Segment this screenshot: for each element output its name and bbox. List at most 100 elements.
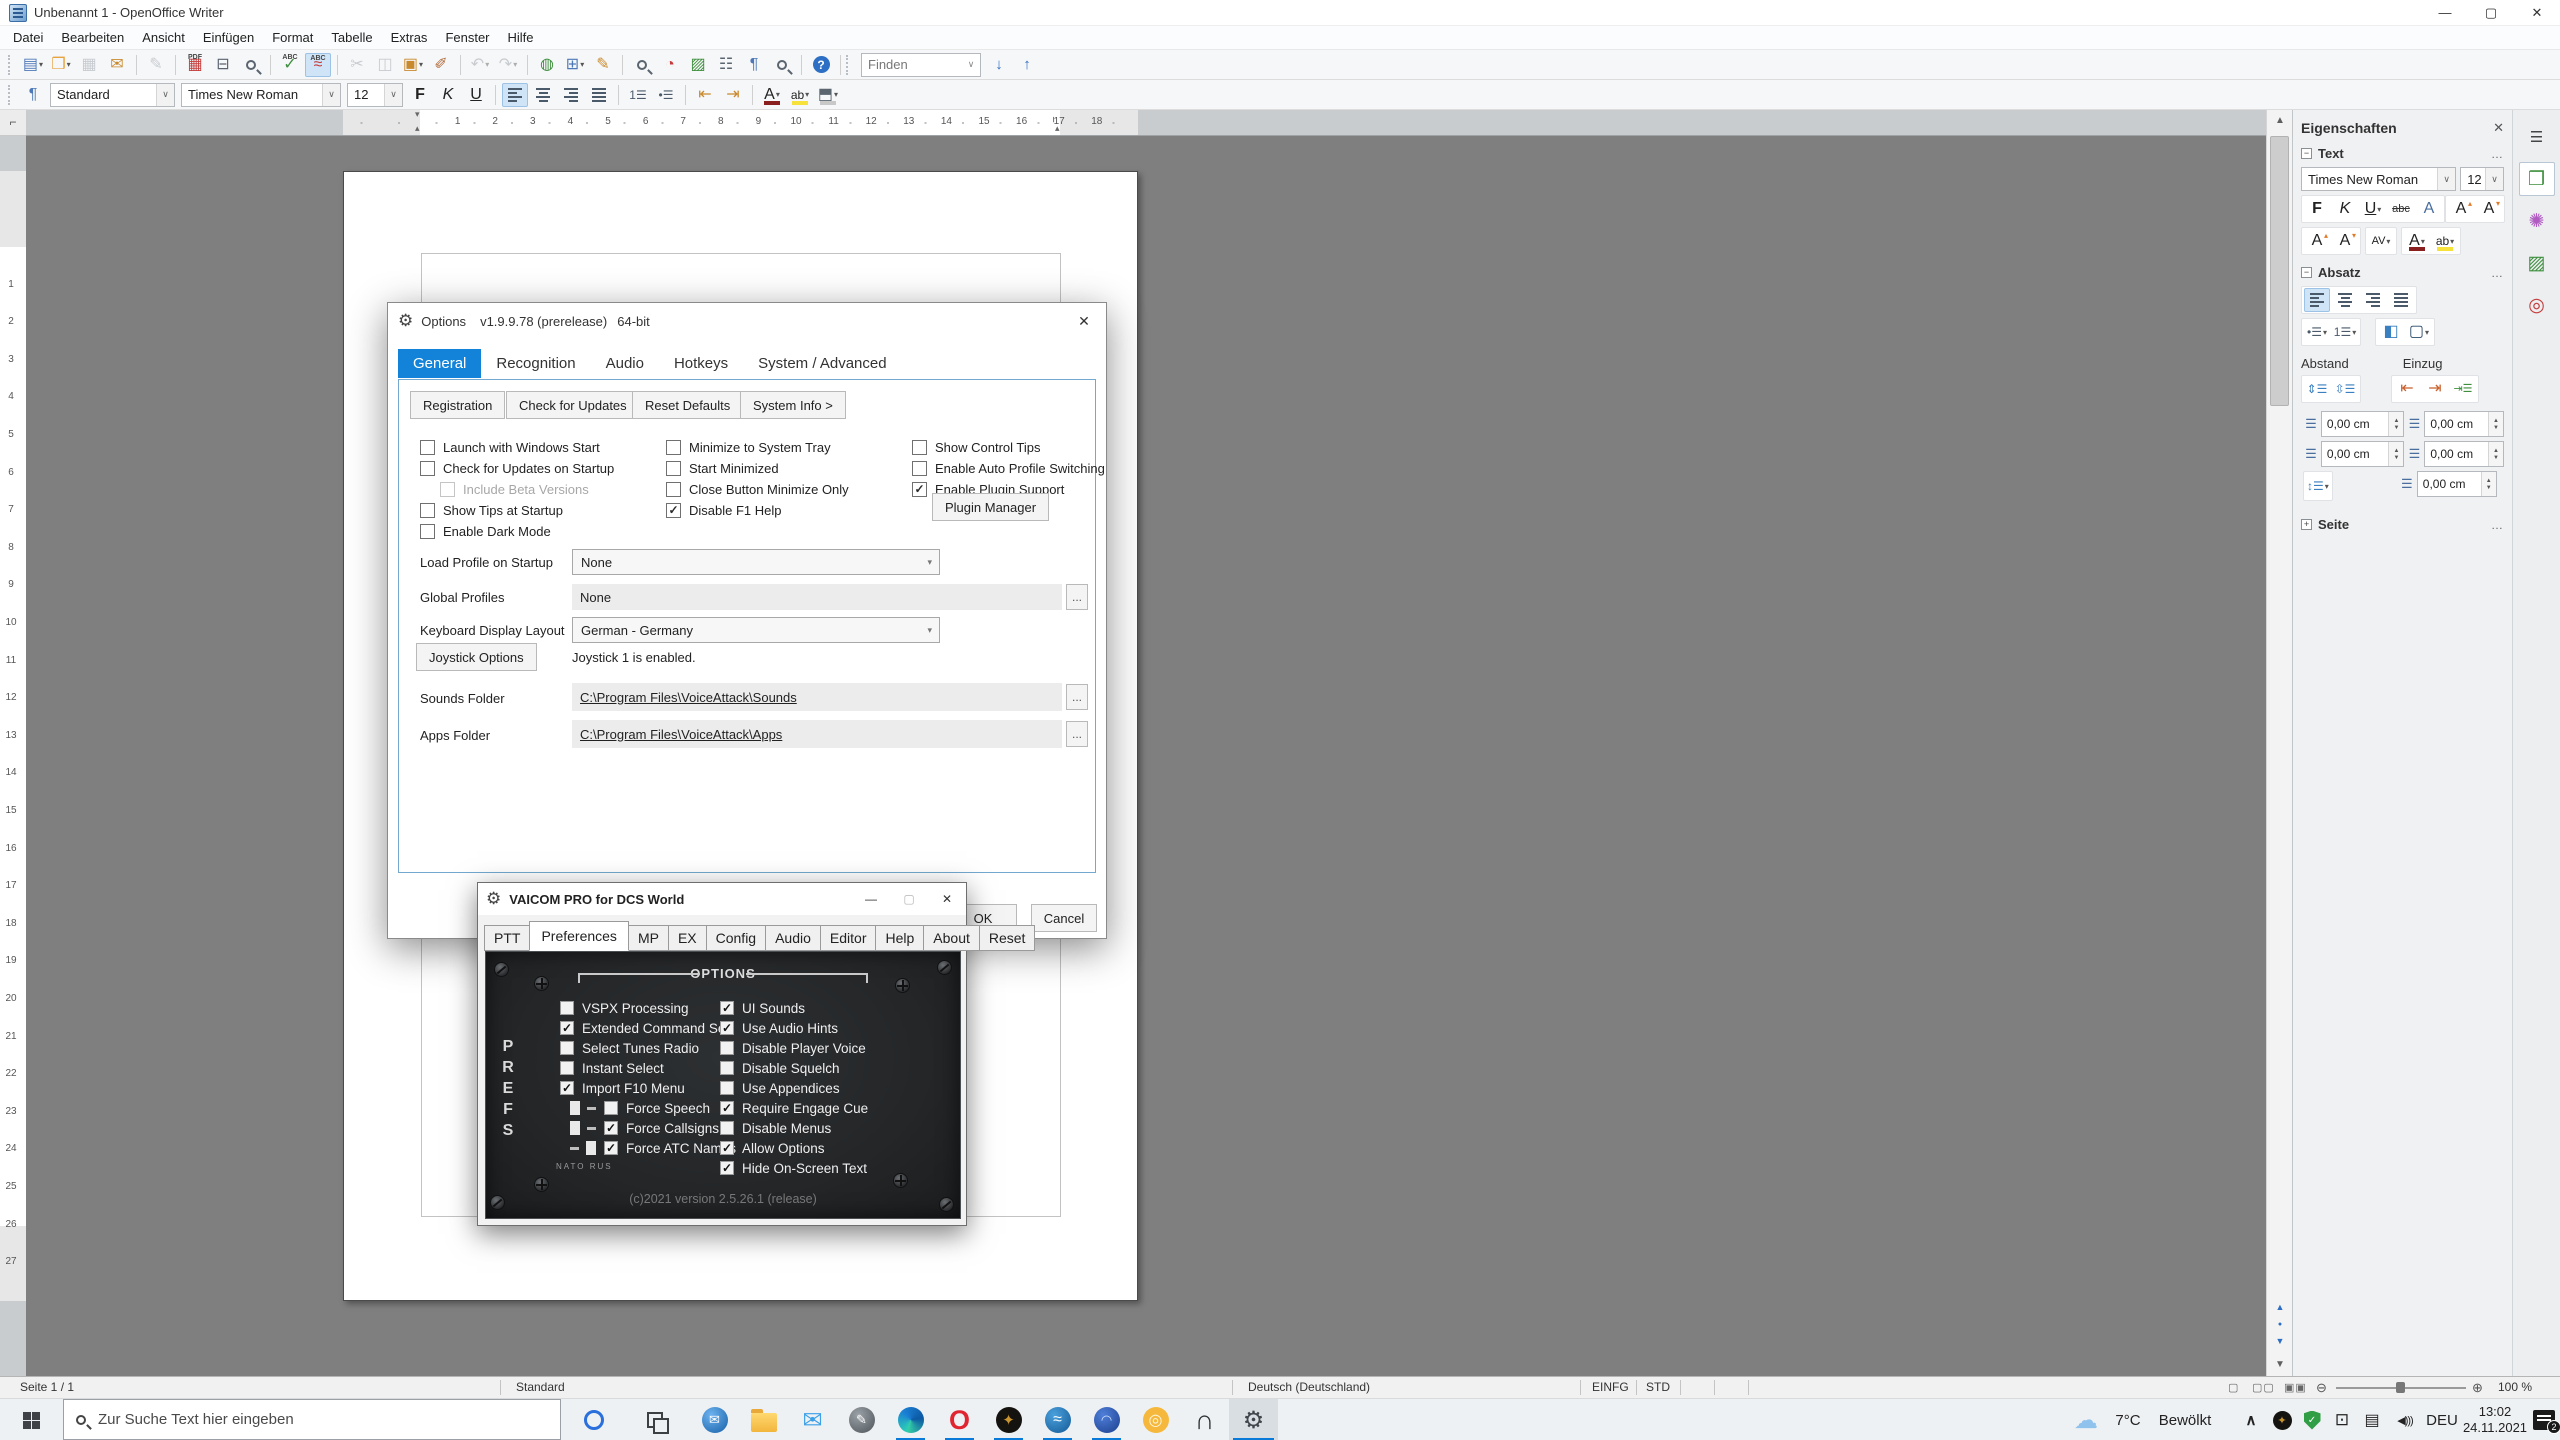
checkbox-enable-dark-mode[interactable]: Enable Dark Mode: [420, 521, 660, 542]
checkbox-icon[interactable]: [560, 1041, 574, 1055]
checkbox-icon[interactable]: ✓: [720, 1001, 734, 1015]
page-preview-icon[interactable]: [238, 53, 264, 77]
hyperlink-icon[interactable]: ◍: [534, 53, 560, 77]
document-area[interactable]: [26, 136, 2266, 1376]
weather-temperature[interactable]: 7°C: [2106, 1399, 2150, 1440]
vaicom-option-disable-menus[interactable]: Disable Menus: [720, 1118, 868, 1138]
strikethrough-icon[interactable]: abc: [2388, 197, 2414, 221]
help-icon[interactable]: ?: [808, 53, 834, 77]
cancel-button[interactable]: Cancel: [1031, 904, 1097, 932]
taskbar-app-openoffice[interactable]: ≈: [1033, 1399, 1082, 1440]
toolbar-grip[interactable]: [8, 85, 13, 105]
joystick-options-button[interactable]: Joystick Options: [416, 643, 537, 671]
force-toggle-switch[interactable]: [570, 1141, 596, 1155]
menu-einf-gen[interactable]: Einfügen: [194, 26, 263, 50]
hanging-indent-icon[interactable]: ⇥☰: [2450, 377, 2476, 401]
tab-audio[interactable]: Audio: [591, 349, 659, 378]
tab-config[interactable]: Config: [706, 925, 766, 951]
right-indent-marker[interactable]: ▴: [1055, 123, 1060, 134]
new-document-icon[interactable]: ▤▾: [20, 53, 46, 77]
speaker-icon[interactable]: ◀))): [2388, 1399, 2422, 1440]
tab-ptt[interactable]: PTT: [484, 925, 530, 951]
indent-after-field[interactable]: 0,00 cm ▲▼: [2424, 441, 2504, 467]
collapse-section-icon[interactable]: −: [2301, 267, 2312, 278]
load-profile-select[interactable]: None ▾: [572, 549, 940, 575]
single-page-view-icon[interactable]: ▢: [2228, 1381, 2239, 1394]
background-color-icon[interactable]: ⬒▾: [815, 83, 841, 107]
tab-preferences[interactable]: Preferences: [529, 921, 628, 951]
text-language[interactable]: Deutsch (Deutschland): [1248, 1377, 1370, 1398]
check-for-updates-button[interactable]: Check for Updates: [506, 391, 640, 419]
weather-cloud-icon[interactable]: ☁: [2066, 1399, 2106, 1440]
more-options-icon[interactable]: …: [2491, 266, 2504, 280]
navigator-icon[interactable]: ◔: [657, 53, 683, 77]
underline-icon[interactable]: U▾: [2360, 197, 2386, 221]
vaicom-option-ui-sounds[interactable]: ✓UI Sounds: [720, 998, 868, 1018]
taskbar-app-voiceattack[interactable]: ⚙: [1229, 1399, 1278, 1440]
decrease-indent-icon[interactable]: ⇥: [2422, 377, 2448, 401]
export-pdf-icon[interactable]: PDF▦: [182, 53, 208, 77]
menu-hilfe[interactable]: Hilfe: [499, 26, 543, 50]
checkbox-icon[interactable]: [720, 1041, 734, 1055]
checkbox-show-control-tips[interactable]: Show Control Tips: [912, 437, 1152, 458]
taskbar-app-app-blue-disc[interactable]: ◠: [1082, 1399, 1131, 1440]
keyboard-layout-select[interactable]: German - Germany ▾: [572, 617, 940, 643]
vaicom-option-disable-player-voice[interactable]: Disable Player Voice: [720, 1038, 868, 1058]
notification-center-button[interactable]: 2: [2528, 1399, 2560, 1440]
chevron-down-icon[interactable]: ∨: [384, 84, 402, 106]
weather-description[interactable]: Bewölkt: [2150, 1399, 2220, 1440]
vaicom-option-import-f10-menu[interactable]: ✓Import F10 Menu: [560, 1078, 736, 1098]
tab-ex[interactable]: EX: [668, 925, 707, 951]
data-sources-icon[interactable]: ☷: [713, 53, 739, 77]
align-center-icon[interactable]: [2332, 288, 2358, 312]
menu-format[interactable]: Format: [263, 26, 322, 50]
taskbar-app-dcs-world[interactable]: ✦: [984, 1399, 1033, 1440]
checkbox-minimize-to-system-tray[interactable]: Minimize to System Tray: [666, 437, 906, 458]
spellcheck-icon[interactable]: ABC✓: [277, 53, 303, 77]
taskbar-app-app-gold-ring[interactable]: ◎: [1131, 1399, 1180, 1440]
reset-defaults-button[interactable]: Reset Defaults: [632, 391, 743, 419]
tab-general[interactable]: General: [398, 349, 481, 378]
vaicom-option-force-atc-names[interactable]: ✓Force ATC Names: [570, 1138, 736, 1158]
align-center-icon[interactable]: [530, 83, 556, 107]
system-info-button[interactable]: System Info >: [740, 391, 846, 419]
italic-icon[interactable]: K: [2332, 197, 2358, 221]
decrease-font-size-icon[interactable]: A▾: [2332, 229, 2358, 253]
increase-paragraph-spacing-icon[interactable]: ⇕☰: [2304, 377, 2330, 401]
font-color-icon[interactable]: A▾: [759, 83, 785, 107]
cortana-button[interactable]: [566, 1399, 622, 1440]
menu-datei[interactable]: Datei: [4, 26, 52, 50]
scrollbar-thumb[interactable]: [2270, 136, 2289, 406]
deck-gallery-icon[interactable]: ▨: [2519, 246, 2555, 280]
italic-icon[interactable]: K: [435, 83, 461, 107]
align-right-icon[interactable]: [558, 83, 584, 107]
checkbox-icon[interactable]: ✓: [604, 1141, 618, 1155]
numbered-list-icon[interactable]: 1☰▾: [2332, 320, 2358, 344]
borders-icon[interactable]: ▢▾: [2406, 320, 2432, 344]
keyboard-language[interactable]: DEU: [2424, 1399, 2460, 1440]
global-profiles-field[interactable]: None: [572, 584, 1062, 610]
checkbox-icon[interactable]: ✓: [720, 1021, 734, 1035]
checkbox-icon[interactable]: [560, 1001, 574, 1015]
tab-about[interactable]: About: [923, 925, 980, 951]
scroll-up-icon[interactable]: ▲: [2267, 110, 2293, 132]
expand-section-icon[interactable]: +: [2301, 519, 2312, 530]
bullet-list-icon[interactable]: •☰▾: [2304, 320, 2330, 344]
dialog-minimize-button[interactable]: —: [852, 883, 890, 915]
tab-stop-selector[interactable]: ⌐: [0, 110, 26, 136]
tab-hotkeys[interactable]: Hotkeys: [659, 349, 743, 378]
tab-mp[interactable]: MP: [628, 925, 669, 951]
checkbox-close-button-minimize-only[interactable]: Close Button Minimize Only: [666, 479, 906, 500]
first-line-indent-marker[interactable]: ▾: [415, 110, 420, 120]
spinner-icons[interactable]: ▲▼: [2488, 412, 2503, 436]
checkbox-icon[interactable]: ✓: [560, 1021, 574, 1035]
taskbar-app-headset[interactable]: ∩: [1180, 1399, 1229, 1440]
checkbox-icon[interactable]: ✓: [604, 1121, 618, 1135]
print-icon[interactable]: ⊟: [210, 53, 236, 77]
line-spacing-button[interactable]: ↕☰▾: [2305, 473, 2331, 499]
taskbar-app-mail[interactable]: ✉: [788, 1399, 837, 1440]
tab-recognition[interactable]: Recognition: [481, 349, 590, 378]
open-icon[interactable]: ❒▾: [48, 53, 74, 77]
increase-font-size-icon[interactable]: A▴: [2304, 229, 2330, 253]
taskbar-app-file-explorer[interactable]: [739, 1399, 788, 1440]
